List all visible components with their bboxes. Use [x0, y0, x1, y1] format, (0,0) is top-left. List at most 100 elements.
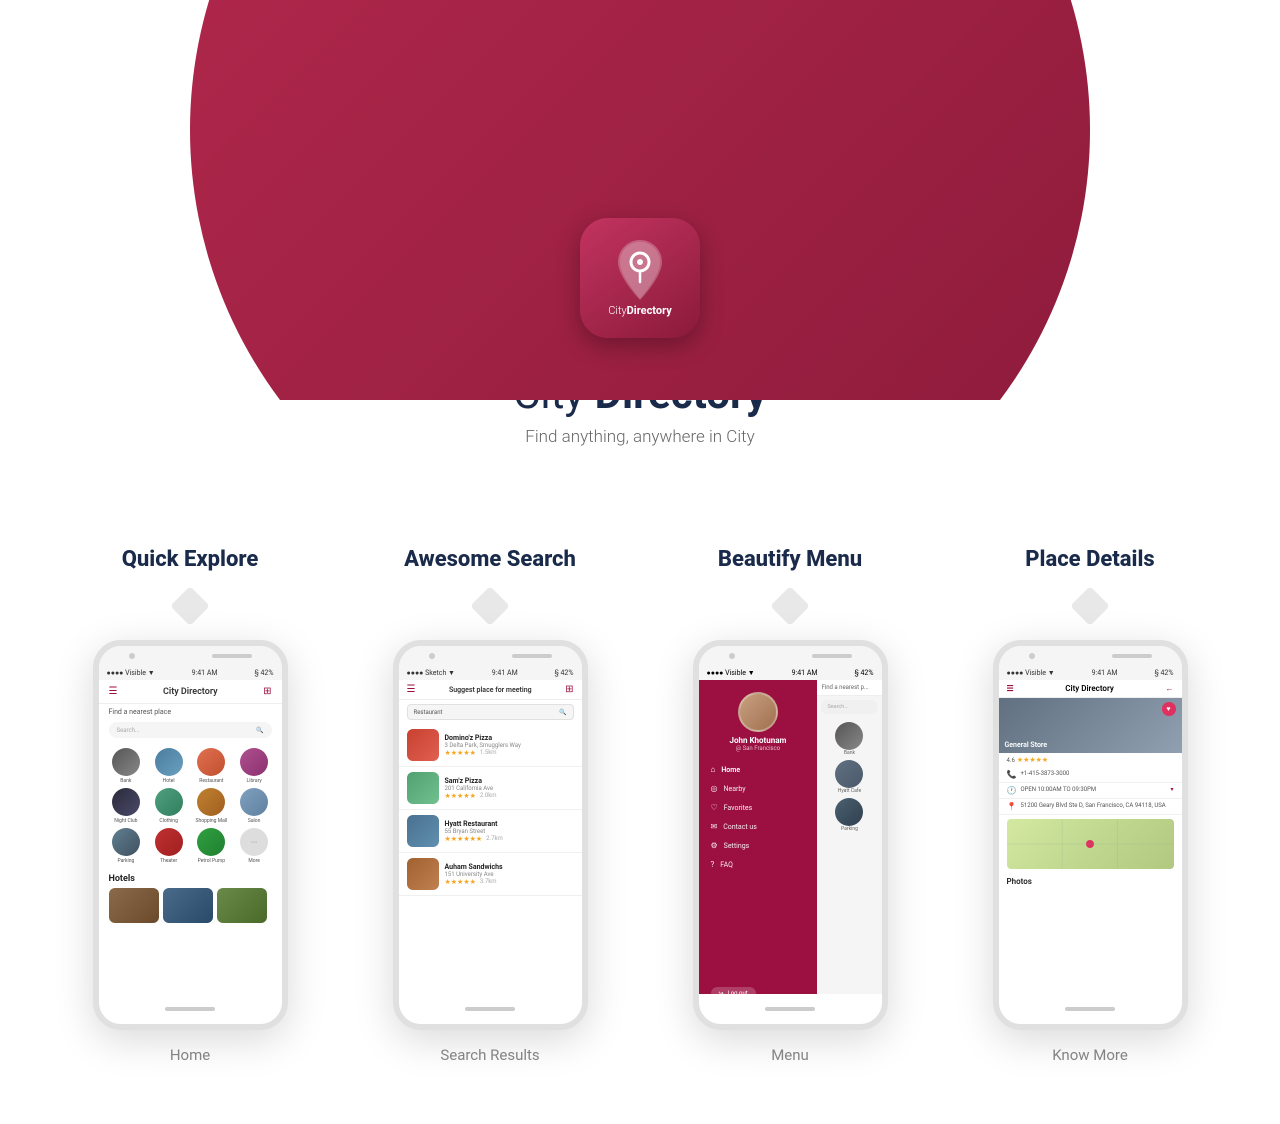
time-2: 9:41 AM — [492, 669, 518, 677]
search-icon-2: 🔍 — [559, 709, 566, 716]
feature-title-2: Awesome Search — [404, 547, 576, 572]
p2-result-2[interactable]: Sam'z Pizza 201 California Ave ★★★★★ 2.0… — [399, 767, 582, 810]
logout-label: Log out — [728, 990, 748, 994]
menu-item-home[interactable]: ⌂ Home — [699, 760, 818, 779]
right-cat-parking[interactable]: Parking — [821, 798, 877, 832]
back-icon-4[interactable]: ← — [1166, 684, 1174, 693]
feature-label-2: Search Results — [440, 1046, 539, 1064]
category-more[interactable]: ··· More — [235, 828, 274, 864]
category-theater[interactable]: Theater — [149, 828, 188, 864]
phone-mockup-3: ●●●● Visible ▼ 9:41 AM § 42% John Khotun… — [693, 640, 888, 1030]
p3-right-header: Find a nearest p... — [817, 680, 881, 696]
phone-mockup-1: ●●●● Visible ▼ 9:41 AM § 42% ☰ City Dire… — [93, 640, 288, 1030]
category-clothing[interactable]: Clothing — [149, 788, 188, 824]
category-petrol[interactable]: Petrol Pump — [192, 828, 231, 864]
feature-label-1: Home — [170, 1046, 210, 1064]
phone-topbar-1 — [99, 646, 282, 666]
p4-app-header: ☰ City Directory ← — [999, 680, 1182, 698]
menu-item-contact[interactable]: ✉ Contact us — [699, 817, 818, 836]
hamburger-icon-4: ☰ — [1007, 684, 1014, 693]
category-hotel[interactable]: Hotel — [149, 748, 188, 784]
map-grid — [1007, 819, 1174, 869]
grid-icon-1: ⊞ — [263, 686, 271, 697]
favorites-icon: ♡ — [711, 803, 718, 812]
p3-right-search[interactable]: Search... — [821, 700, 877, 714]
search-icon-1: 🔍 — [256, 727, 263, 734]
category-shopping[interactable]: Shopping Mall — [192, 788, 231, 824]
p4-photos-label: Photos — [999, 873, 1182, 890]
category-nightclub[interactable]: Night Club — [107, 788, 146, 824]
hotel-img-1 — [109, 888, 159, 923]
phone-camera-4 — [1029, 653, 1035, 659]
p4-map-view[interactable] — [1007, 819, 1174, 869]
diamond-icon-2 — [470, 586, 510, 626]
p2-result-stars-2: ★★★★★ — [445, 792, 476, 800]
category-library[interactable]: Library — [235, 748, 274, 784]
p3-logout-area: ↪ Log out — [699, 972, 818, 994]
p2-result-info-2: Sam'z Pizza 201 California Ave ★★★★★ 2.0… — [445, 777, 574, 800]
category-restaurant[interactable]: Restaurant — [192, 748, 231, 784]
p2-result-img-3 — [407, 815, 439, 847]
phone-speaker-3 — [812, 654, 852, 658]
p3-avatar-area: John Khotunam @ San Francisco — [699, 680, 818, 760]
chevron-down-icon-4[interactable]: ▾ — [1170, 786, 1173, 793]
menu-item-nearby[interactable]: ◎ Nearby — [699, 779, 818, 798]
right-cat-bank[interactable]: Bank — [821, 722, 877, 756]
p4-phone-row: 📞 +1-415-3873-3000 — [999, 767, 1182, 783]
right-cat-label-bank: Bank — [844, 750, 855, 756]
category-parking[interactable]: Parking — [107, 828, 146, 864]
feature-title-3: Beautify Menu — [718, 547, 862, 572]
p2-result-4[interactable]: Auham Sandwichs 151 University Ave ★★★★★… — [399, 853, 582, 896]
category-icon-theater — [155, 828, 183, 856]
phone-camera-1 — [129, 653, 135, 659]
menu-label-home: Home — [721, 766, 740, 774]
phone-screen-4: ●●●● Visible ▼ 9:41 AM § 42% ☰ City Dire… — [999, 666, 1182, 994]
p4-app-title: City Directory — [1065, 684, 1114, 693]
p3-user-location: @ San Francisco — [736, 745, 781, 752]
p2-result-dist-1: 1.5km — [480, 749, 497, 756]
feature-label-3: Menu — [771, 1046, 809, 1064]
category-label-more: More — [248, 858, 260, 864]
hotel-img-3 — [217, 888, 267, 923]
p2-result-addr-1: 3 Delta Park, Smugglers Way — [445, 742, 574, 749]
p1-hotels-section-title: Hotels — [99, 870, 282, 888]
feature-title-1: Quick Explore — [122, 547, 259, 572]
location-pin-icon — [614, 240, 666, 300]
menu-item-settings[interactable]: ⚙ Settings — [699, 836, 818, 855]
category-icon-shopping — [197, 788, 225, 816]
phone-mockup-4: ●●●● Visible ▼ 9:41 AM § 42% ☰ City Dire… — [993, 640, 1188, 1030]
menu-item-favorites[interactable]: ♡ Favorites — [699, 798, 818, 817]
home-indicator-3 — [765, 1007, 815, 1011]
menu-label-favorites: Favorites — [724, 804, 753, 812]
p2-result-info-1: Domino'z Pizza 3 Delta Park, Smugglers W… — [445, 734, 574, 757]
right-cat-hyatt[interactable]: Hyatt Cafe — [821, 760, 877, 794]
phone-bottom-3 — [699, 994, 882, 1024]
signal-1: ●●●● Visible ▼ — [107, 669, 155, 677]
p1-subtitle: Find a nearest place — [99, 704, 282, 718]
phone-speaker-1 — [212, 654, 252, 658]
menu-item-faq[interactable]: ? FAQ — [699, 855, 818, 874]
logout-button[interactable]: ↪ Log out — [711, 987, 756, 994]
phone-screen-1: ●●●● Visible ▼ 9:41 AM § 42% ☰ City Dire… — [99, 666, 282, 994]
p2-result-info-3: Hyatt Restaurant 55 Bryan Street ★★★★★★ … — [445, 820, 574, 843]
phone-mockup-2: ●●●● Sketch ▼ 9:41 AM § 42% ☰ Suggest pl… — [393, 640, 588, 1030]
p1-search-bar[interactable]: Search... 🔍 — [109, 722, 272, 738]
diamond-icon-1 — [170, 586, 210, 626]
p2-result-1[interactable]: Domino'z Pizza 3 Delta Park, Smugglers W… — [399, 724, 582, 767]
p4-stars: ★★★★★ — [1017, 756, 1048, 764]
favorite-button-4[interactable]: ♥ — [1162, 702, 1176, 716]
p3-right-title: Find a nearest p... — [821, 684, 868, 691]
category-icon-salon — [240, 788, 268, 816]
category-icon-restaurant — [197, 748, 225, 776]
p2-result-3[interactable]: Hyatt Restaurant 55 Bryan Street ★★★★★★ … — [399, 810, 582, 853]
p2-result-dist-2: 2.0km — [480, 792, 497, 799]
category-salon[interactable]: Salon — [235, 788, 274, 824]
p2-result-img-2 — [407, 772, 439, 804]
p2-search-bar[interactable]: Restaurant 🔍 — [407, 704, 574, 720]
category-label-salon: Salon — [248, 818, 261, 824]
category-bank[interactable]: Bank — [107, 748, 146, 784]
p2-result-stars-4: ★★★★★ — [445, 878, 476, 886]
phone-topbar-4 — [999, 646, 1182, 666]
contact-icon: ✉ — [711, 822, 718, 831]
category-icon-bank — [112, 748, 140, 776]
